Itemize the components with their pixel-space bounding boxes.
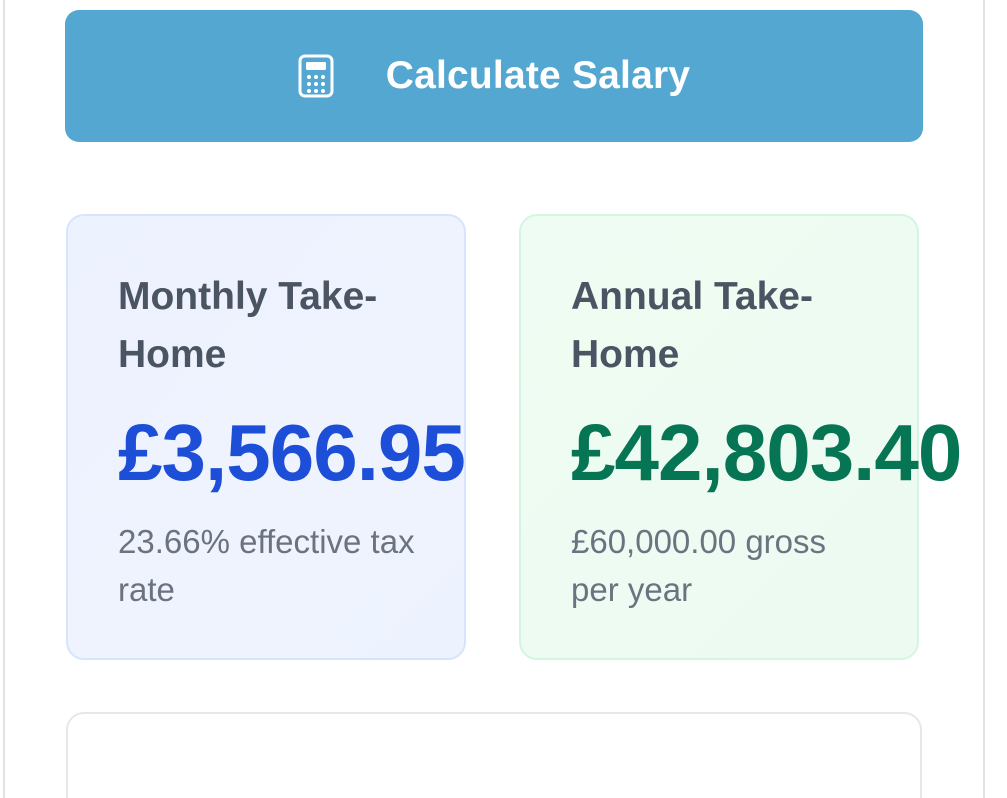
calculate-salary-label: Calculate Salary [385,54,691,97]
annual-take-home-amount: £42,803.40 [571,408,962,497]
calculator-icon [298,54,334,98]
salary-result-view: Calculate Salary Monthly Take-Home £3,56… [0,0,1007,798]
effective-tax-rate-text: 23.66% effective tax rate [118,523,415,608]
breakdown-card [66,712,922,798]
annual-take-home-title: Annual Take-Home [571,275,813,376]
left-border [3,0,5,798]
monthly-take-home-title: Monthly Take-Home [118,275,378,376]
monthly-take-home-amount: £3,566.95 [118,408,466,497]
calculate-salary-button[interactable]: Calculate Salary [65,10,923,142]
annual-take-home-card: Annual Take-Home £42,803.40 £60,000.00 g… [519,214,962,660]
gross-per-year-text: £60,000.00 gross per year [571,523,827,608]
monthly-take-home-card: Monthly Take-Home £3,566.95 23.66% effec… [66,214,466,660]
right-border [983,0,985,798]
